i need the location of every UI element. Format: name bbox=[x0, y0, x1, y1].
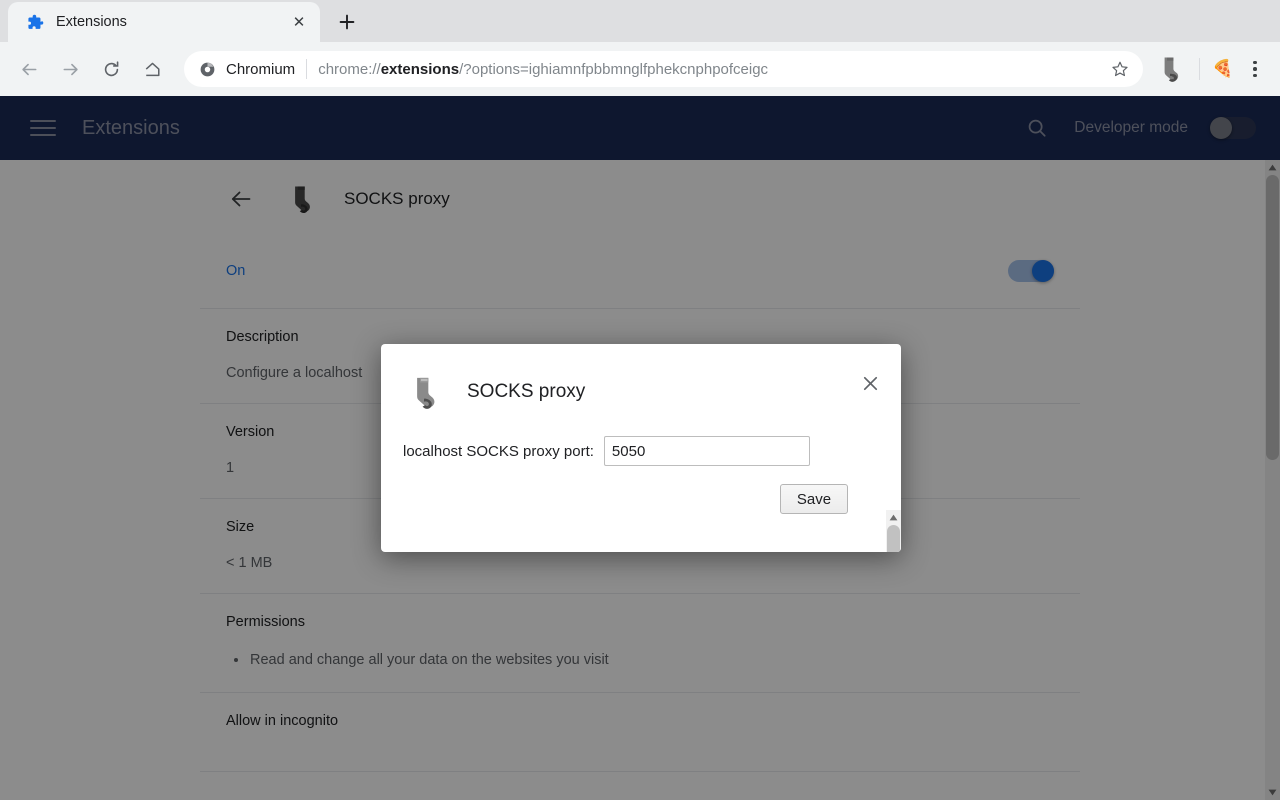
url-host: extensions bbox=[380, 60, 460, 78]
tab-strip: Extensions ✕ bbox=[0, 0, 1280, 42]
three-dot-menu-icon[interactable] bbox=[1240, 54, 1270, 84]
scrollbar-track[interactable] bbox=[886, 525, 901, 552]
chromium-logo-icon bbox=[198, 60, 216, 78]
forward-arrow-icon[interactable] bbox=[53, 52, 87, 86]
close-icon[interactable] bbox=[857, 370, 883, 396]
port-input[interactable] bbox=[603, 436, 810, 466]
extension-options-dialog: SOCKS proxy localhost SOCKS proxy port: … bbox=[381, 344, 901, 552]
omnibox-url: chrome://extensions/?options=ighiamnfpbb… bbox=[318, 61, 1105, 78]
dialog-body: localhost SOCKS proxy port: Save bbox=[381, 418, 901, 552]
toolbar-divider bbox=[1199, 58, 1200, 80]
puzzle-piece-icon bbox=[26, 13, 44, 31]
scroll-up-icon[interactable] bbox=[886, 510, 901, 525]
omnibox-divider bbox=[306, 59, 308, 79]
scrollbar-thumb[interactable] bbox=[887, 525, 900, 552]
browser-window: Extensions ✕ Chromium chrome://extension… bbox=[0, 0, 1280, 800]
browser-toolbar: Chromium chrome://extensions/?options=ig… bbox=[0, 42, 1280, 96]
omnibox-brand: Chromium bbox=[226, 60, 296, 78]
url-prefix: chrome:// bbox=[318, 60, 381, 78]
sock-icon bbox=[407, 371, 441, 413]
close-icon[interactable]: ✕ bbox=[288, 11, 310, 33]
home-icon[interactable] bbox=[135, 52, 169, 86]
dialog-actions: Save bbox=[403, 484, 867, 514]
dialog-title: SOCKS proxy bbox=[467, 381, 586, 402]
back-arrow-icon[interactable] bbox=[12, 52, 46, 86]
new-tab-button[interactable] bbox=[330, 5, 364, 39]
avatar[interactable]: 🍕 bbox=[1208, 54, 1238, 84]
dialog-scrollbar[interactable] bbox=[886, 510, 901, 552]
sock-icon[interactable] bbox=[1155, 54, 1185, 84]
port-field-label: localhost SOCKS proxy port: bbox=[403, 442, 594, 460]
tab-title: Extensions bbox=[56, 14, 127, 30]
save-button[interactable]: Save bbox=[780, 484, 848, 514]
reload-icon[interactable] bbox=[94, 52, 128, 86]
url-suffix: /?options=ighiamnfpbbmnglfphekcnphpofcei… bbox=[459, 60, 769, 78]
dialog-header: SOCKS proxy bbox=[381, 344, 901, 418]
port-field-row: localhost SOCKS proxy port: bbox=[403, 436, 867, 466]
bookmark-star-icon[interactable] bbox=[1105, 54, 1135, 84]
browser-tab-extensions[interactable]: Extensions ✕ bbox=[8, 2, 320, 42]
address-bar[interactable]: Chromium chrome://extensions/?options=ig… bbox=[184, 51, 1143, 87]
